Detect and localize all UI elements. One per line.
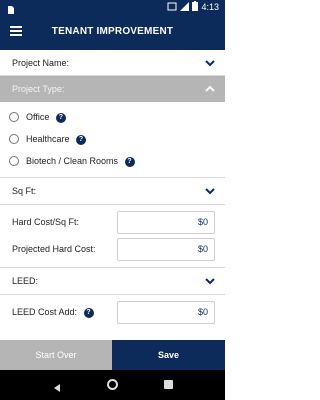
status-time: 4:13 bbox=[201, 2, 219, 12]
radio-option-healthcare[interactable]: Healthcare ? bbox=[0, 128, 225, 150]
chevron-up-icon[interactable] bbox=[205, 84, 215, 94]
radio-option-biotech[interactable]: Biotech / Clean Rooms ? bbox=[0, 150, 225, 172]
option-label: Office bbox=[26, 112, 50, 122]
start-over-button[interactable]: Start Over bbox=[0, 340, 112, 370]
option-label: Healthcare bbox=[26, 134, 70, 144]
field-projected-hard-cost: Projected Hard Cost: $0 bbox=[0, 236, 225, 263]
battery-icon bbox=[192, 1, 199, 13]
projected-hard-cost-input[interactable]: $0 bbox=[117, 238, 215, 261]
divider bbox=[0, 204, 225, 205]
project-type-options: Office ? Healthcare ? Biotech / Clean Ro… bbox=[0, 102, 225, 172]
option-label: Biotech / Clean Rooms bbox=[26, 156, 119, 166]
section-sq-ft[interactable]: Sq Ft: bbox=[0, 178, 225, 204]
projected-hard-cost-label: Projected Hard Cost: bbox=[12, 244, 96, 254]
back-icon[interactable] bbox=[52, 380, 62, 392]
divider bbox=[0, 294, 225, 295]
radio-button[interactable] bbox=[9, 134, 19, 144]
app-bar: TENANT IMPROVEMENT bbox=[0, 14, 225, 50]
project-name-label: Project Name: bbox=[12, 58, 70, 68]
chevron-down-icon[interactable] bbox=[205, 58, 215, 68]
section-leed[interactable]: LEED: bbox=[0, 268, 225, 294]
field-leed-cost-add: LEED Cost Add: ? $0 bbox=[0, 299, 225, 326]
system-nav-bar bbox=[0, 370, 225, 400]
help-icon[interactable]: ? bbox=[83, 307, 94, 318]
hard-cost-sqft-label: Hard Cost/Sq Ft: bbox=[12, 217, 80, 227]
chevron-down-icon[interactable] bbox=[205, 186, 215, 196]
section-project-name[interactable]: Project Name: bbox=[0, 50, 225, 76]
help-icon[interactable]: ? bbox=[76, 134, 87, 145]
help-icon[interactable]: ? bbox=[124, 156, 135, 167]
hard-cost-sqft-input[interactable]: $0 bbox=[117, 211, 215, 234]
leed-cost-add-input[interactable]: $0 bbox=[117, 301, 215, 324]
status-bar: 4:13 bbox=[0, 0, 225, 14]
radio-option-office[interactable]: Office ? bbox=[0, 106, 225, 128]
help-icon[interactable]: ? bbox=[55, 112, 66, 123]
bottom-action-bar: Start Over Save bbox=[0, 340, 225, 370]
wifi-icon bbox=[167, 2, 177, 13]
recent-apps-icon[interactable] bbox=[164, 380, 173, 389]
radio-button[interactable] bbox=[9, 112, 19, 122]
home-icon[interactable] bbox=[107, 379, 118, 390]
form-content[interactable]: Project Name: Project Type: Office ? Hea… bbox=[0, 50, 225, 340]
status-icons: 4:13 bbox=[167, 1, 219, 13]
page-title: TENANT IMPROVEMENT bbox=[51, 26, 174, 37]
chevron-down-icon[interactable] bbox=[205, 276, 215, 286]
leed-cost-add-label: LEED Cost Add: bbox=[12, 307, 78, 317]
signal-icon bbox=[180, 1, 190, 13]
field-hard-cost-sqft: Hard Cost/Sq Ft: $0 bbox=[0, 209, 225, 236]
leed-label: LEED: bbox=[12, 276, 39, 286]
sq-ft-label: Sq Ft: bbox=[12, 186, 37, 196]
notification-icon bbox=[6, 2, 16, 14]
radio-button[interactable] bbox=[9, 156, 19, 166]
section-project-type[interactable]: Project Type: bbox=[0, 76, 225, 102]
save-button[interactable]: Save bbox=[112, 340, 225, 370]
project-type-label: Project Type: bbox=[12, 84, 65, 94]
